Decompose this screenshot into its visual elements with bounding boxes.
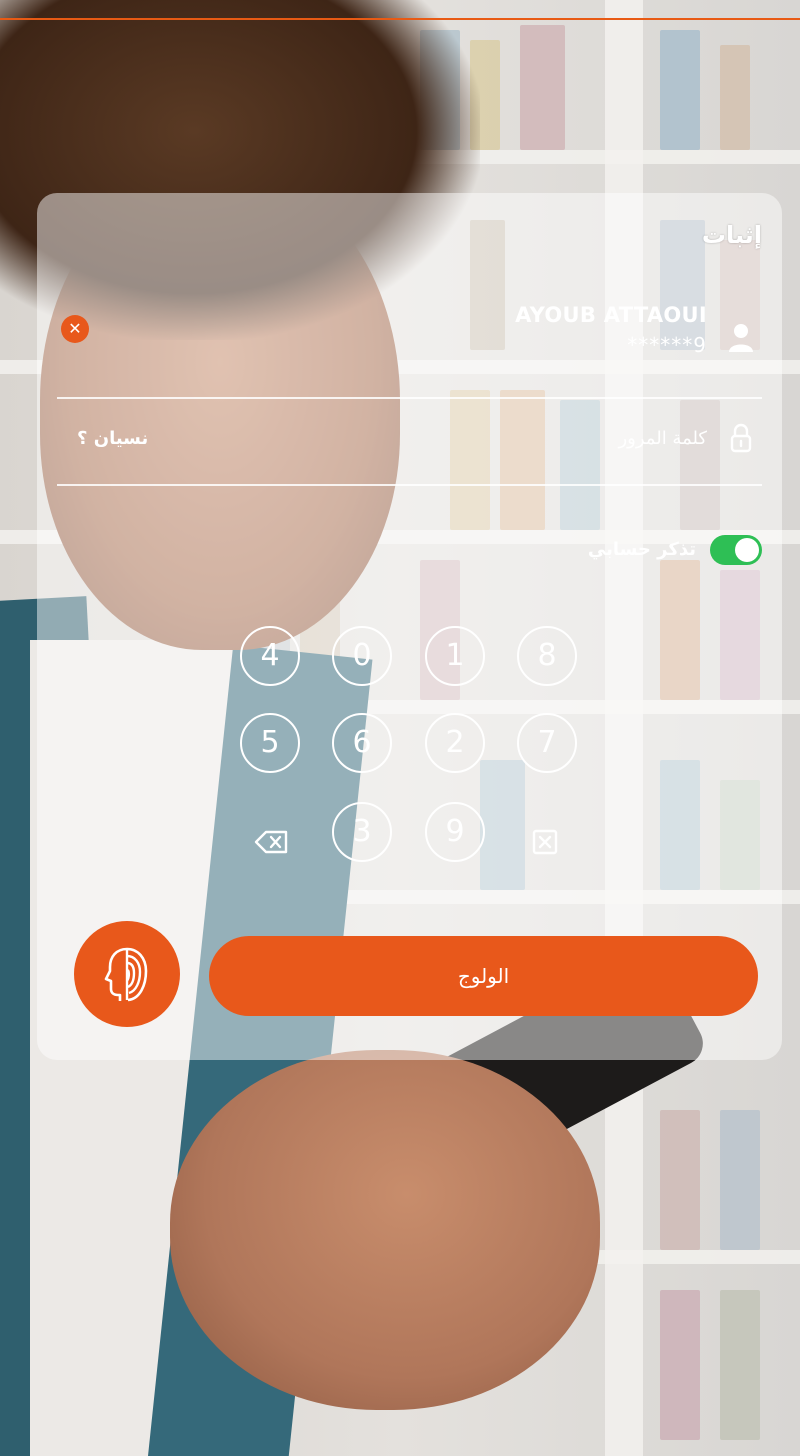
person-hand — [170, 1050, 600, 1410]
face-fingerprint-icon — [104, 947, 148, 1002]
password-label: كلمة المرور — [618, 428, 707, 449]
clear-icon[interactable] — [531, 828, 559, 856]
forgot-password-link[interactable]: نسيان ؟ — [77, 428, 148, 449]
remove-user-button[interactable]: ✕ — [61, 315, 89, 343]
keypad-key[interactable]: 3 — [332, 802, 392, 862]
remember-toggle[interactable] — [710, 535, 762, 565]
keypad-key[interactable]: 6 — [332, 713, 392, 773]
lock-icon — [730, 423, 752, 453]
close-icon: ✕ — [68, 319, 82, 338]
password-field[interactable]: كلمة المرور نسيان ؟ — [57, 411, 762, 471]
top-accent-line — [0, 18, 800, 20]
saved-user-row[interactable]: AYOUB ATTAOUI ******9 ✕ — [57, 303, 762, 393]
keypad-key[interactable]: 8 — [517, 626, 577, 686]
biometric-login-button[interactable] — [74, 921, 180, 1027]
user-masked-id: ******9 — [627, 333, 707, 357]
card-title: إثبات — [701, 221, 762, 249]
keypad-key[interactable]: 1 — [425, 626, 485, 686]
backspace-icon[interactable] — [254, 828, 290, 856]
user-name: AYOUB ATTAOUI — [515, 303, 707, 327]
login-button[interactable]: الولوج — [209, 936, 758, 1016]
remember-account-row: تذكر حسابي — [462, 533, 762, 569]
keypad-key[interactable]: 0 — [332, 626, 392, 686]
divider — [57, 484, 762, 486]
keypad-key[interactable]: 7 — [517, 713, 577, 773]
keypad-key[interactable]: 9 — [425, 802, 485, 862]
keypad-key[interactable]: 2 — [425, 713, 485, 773]
remember-label: تذكر حسابي — [587, 539, 696, 560]
toggle-knob — [735, 538, 759, 562]
login-card: إثبات AYOUB ATTAOUI ******9 ✕ كلمة المرو… — [37, 193, 782, 1060]
keypad-key[interactable]: 4 — [240, 626, 300, 686]
divider — [57, 397, 762, 399]
user-icon — [729, 324, 753, 352]
keypad-key[interactable]: 5 — [240, 713, 300, 773]
